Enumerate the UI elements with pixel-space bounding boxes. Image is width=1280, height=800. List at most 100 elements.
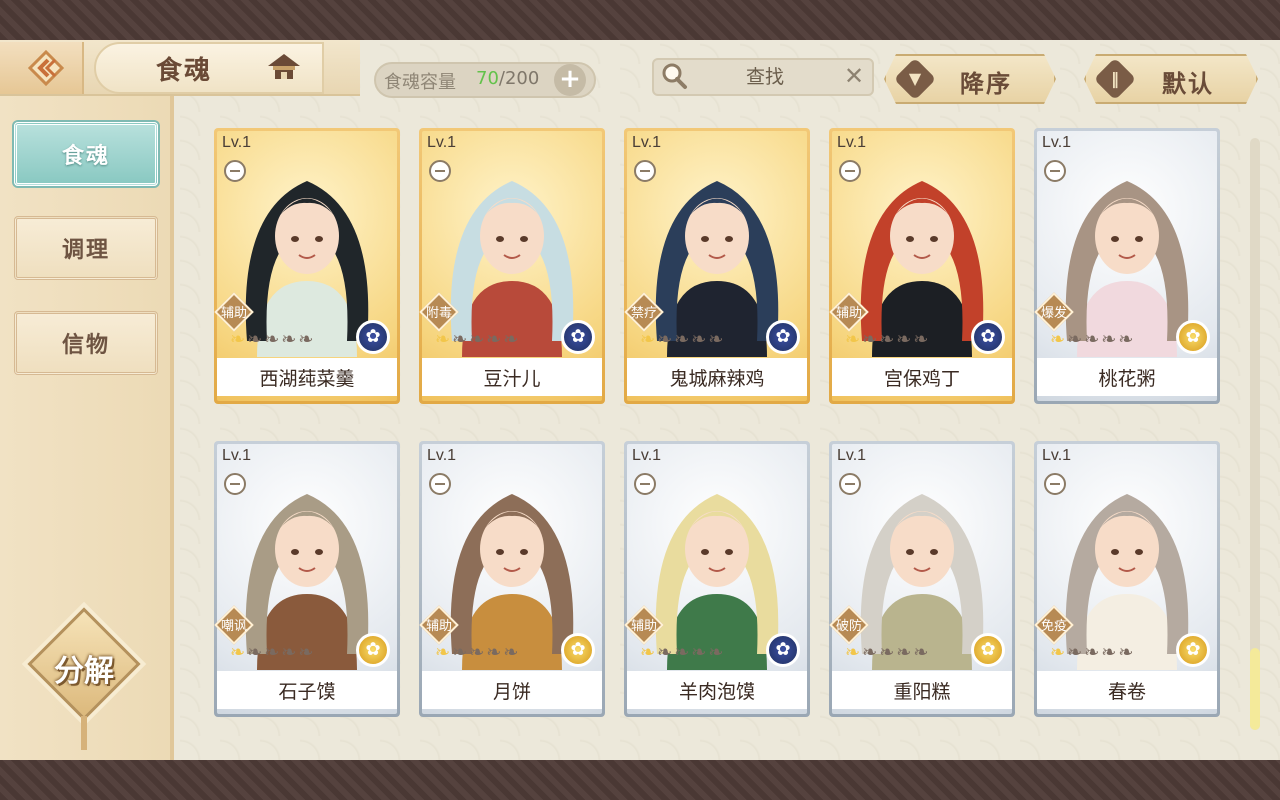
star-empty-icon: ❧ [657, 329, 673, 350]
food-soul-card[interactable]: Lv.1 辅助 ❧ ❧ ❧ ❧ ❧ ✿ 月饼 [419, 441, 605, 717]
star-rating: ❧ ❧ ❧ ❧ ❧ [640, 330, 723, 350]
sidebar-tab-label: 食魂 [61, 144, 110, 169]
sort-order-label: 降序 [960, 70, 1012, 98]
blue-flower-icon: ✿ [561, 320, 595, 354]
card-name-bar: 羊肉泡馍 [627, 671, 807, 709]
star-filled-icon: ❧ [1050, 329, 1066, 350]
sidebar-tab-label: 调理 [61, 238, 110, 263]
lock-toggle-icon[interactable] [1044, 473, 1066, 495]
lock-toggle-icon[interactable] [429, 160, 451, 182]
card-name: 石子馍 [278, 681, 336, 703]
lock-toggle-icon[interactable] [634, 160, 656, 182]
clear-search-icon[interactable]: ✕ [842, 64, 866, 88]
star-empty-icon: ❧ [674, 329, 690, 350]
food-soul-card[interactable]: Lv.1 免疫 ❧ ❧ ❧ ❧ ❧ ✿ 春卷 [1034, 441, 1220, 717]
star-empty-icon: ❧ [281, 329, 297, 350]
sort-mode-label: 默认 [1162, 70, 1214, 98]
card-level: Lv.1 [222, 447, 252, 464]
star-empty-icon: ❧ [657, 642, 673, 663]
role-label: 辅助 [835, 306, 862, 321]
lock-toggle-icon[interactable] [839, 160, 861, 182]
capacity-current: 70 [476, 68, 499, 89]
star-empty-icon: ❧ [298, 329, 314, 350]
star-filled-icon: ❧ [435, 642, 451, 663]
star-empty-icon: ❧ [503, 642, 519, 663]
page-title: 食魂 [156, 56, 213, 86]
blue-flower-icon: ✿ [766, 633, 800, 667]
sidebar-tab-token[interactable]: 信物 [14, 311, 158, 375]
card-level: Lv.1 [837, 134, 867, 151]
sort-order-button[interactable]: ▼ 降序 [884, 54, 1056, 104]
game-screen: 食魂 食魂容量 70/200 + ✕ ▼ 降序 ‖ 默认 食魂 调理 信物 [0, 0, 1280, 800]
star-empty-icon: ❧ [486, 329, 502, 350]
lock-toggle-icon[interactable] [1044, 160, 1066, 182]
star-empty-icon: ❧ [862, 329, 878, 350]
add-capacity-button[interactable]: + [554, 64, 586, 96]
sidebar-tab-conditioning[interactable]: 调理 [14, 216, 158, 280]
lock-toggle-icon[interactable] [224, 160, 246, 182]
pagoda-icon [268, 54, 300, 79]
food-soul-card[interactable]: Lv.1 辅助 ❧ ❧ ❧ ❧ ❧ ✿ 宫保鸡丁 [829, 128, 1015, 404]
role-label: 辅助 [425, 619, 452, 634]
card-name-bar: 重阳糕 [832, 671, 1012, 709]
star-empty-icon: ❧ [708, 329, 724, 350]
sidebar-tab-food-soul[interactable]: 食魂 [14, 122, 158, 186]
star-rating: ❧ ❧ ❧ ❧ ❧ [845, 330, 928, 350]
card-name-bar: 西湖莼菜羹 [217, 358, 397, 396]
card-name-bar: 春卷 [1037, 671, 1217, 709]
star-filled-icon: ❧ [435, 329, 451, 350]
star-filled-icon: ❧ [640, 642, 656, 663]
star-empty-icon: ❧ [503, 329, 519, 350]
star-filled-icon: ❧ [1050, 642, 1066, 663]
food-soul-card[interactable]: Lv.1 禁疗 ❧ ❧ ❧ ❧ ❧ ✿ 鬼城麻辣鸡 [624, 128, 810, 404]
food-soul-card[interactable]: Lv.1 辅助 ❧ ❧ ❧ ❧ ❧ ✿ 羊肉泡馍 [624, 441, 810, 717]
star-empty-icon: ❧ [691, 329, 707, 350]
role-badge: 爆发 [1034, 292, 1074, 332]
star-empty-icon: ❧ [862, 642, 878, 663]
bars-icon: ‖ [1093, 57, 1137, 101]
food-soul-card[interactable]: Lv.1 破防 ❧ ❧ ❧ ❧ ❧ ✿ 重阳糕 [829, 441, 1015, 717]
role-badge: 辅助 [829, 292, 869, 332]
role-label: 破防 [835, 619, 862, 634]
card-name: 春卷 [1107, 681, 1146, 703]
star-empty-icon: ❧ [298, 642, 314, 663]
lock-toggle-icon[interactable] [839, 473, 861, 495]
star-empty-icon: ❧ [1067, 642, 1083, 663]
blue-flower-icon: ✿ [356, 320, 390, 354]
scrollbar-thumb[interactable] [1250, 648, 1260, 730]
star-filled-icon: ❧ [230, 642, 246, 663]
card-name: 豆汁儿 [483, 368, 541, 390]
star-empty-icon: ❧ [708, 642, 724, 663]
lock-toggle-icon[interactable] [429, 473, 451, 495]
star-empty-icon: ❧ [1118, 642, 1134, 663]
star-empty-icon: ❧ [264, 642, 280, 663]
star-empty-icon: ❧ [1084, 642, 1100, 663]
food-soul-card[interactable]: Lv.1 嘲讽 ❧ ❧ ❧ ❧ ❧ ✿ 石子馍 [214, 441, 400, 717]
star-empty-icon: ❧ [913, 642, 929, 663]
decompose-button[interactable]: 分解 [27, 607, 141, 750]
star-empty-icon: ❧ [896, 642, 912, 663]
blue-flower-icon: ✿ [971, 320, 1005, 354]
back-button[interactable] [0, 42, 84, 94]
lock-toggle-icon[interactable] [224, 473, 246, 495]
card-name: 月饼 [492, 681, 531, 703]
card-level: Lv.1 [427, 447, 457, 464]
card-name: 宫保鸡丁 [883, 368, 960, 390]
card-level: Lv.1 [1042, 134, 1072, 151]
food-soul-card[interactable]: Lv.1 辅助 ❧ ❧ ❧ ❧ ❧ ✿ 西湖莼菜羹 [214, 128, 400, 404]
star-empty-icon: ❧ [486, 642, 502, 663]
food-soul-card[interactable]: Lv.1 爆发 ❧ ❧ ❧ ❧ ❧ ✿ 桃花粥 [1034, 128, 1220, 404]
star-empty-icon: ❧ [247, 329, 263, 350]
star-empty-icon: ❧ [1118, 329, 1134, 350]
star-empty-icon: ❧ [452, 642, 468, 663]
search-input[interactable] [700, 63, 830, 91]
role-label: 嘲讽 [220, 619, 247, 634]
food-soul-card[interactable]: Lv.1 附毒 ❧ ❧ ❧ ❧ ❧ ✿ 豆汁儿 [419, 128, 605, 404]
card-name: 羊肉泡馍 [678, 681, 755, 703]
star-empty-icon: ❧ [896, 329, 912, 350]
lock-toggle-icon[interactable] [634, 473, 656, 495]
sort-mode-button[interactable]: ‖ 默认 [1084, 54, 1258, 104]
gold-flower-icon: ✿ [1176, 320, 1210, 354]
tassel-decoration [81, 716, 87, 750]
role-badge: 禁疗 [624, 292, 664, 332]
